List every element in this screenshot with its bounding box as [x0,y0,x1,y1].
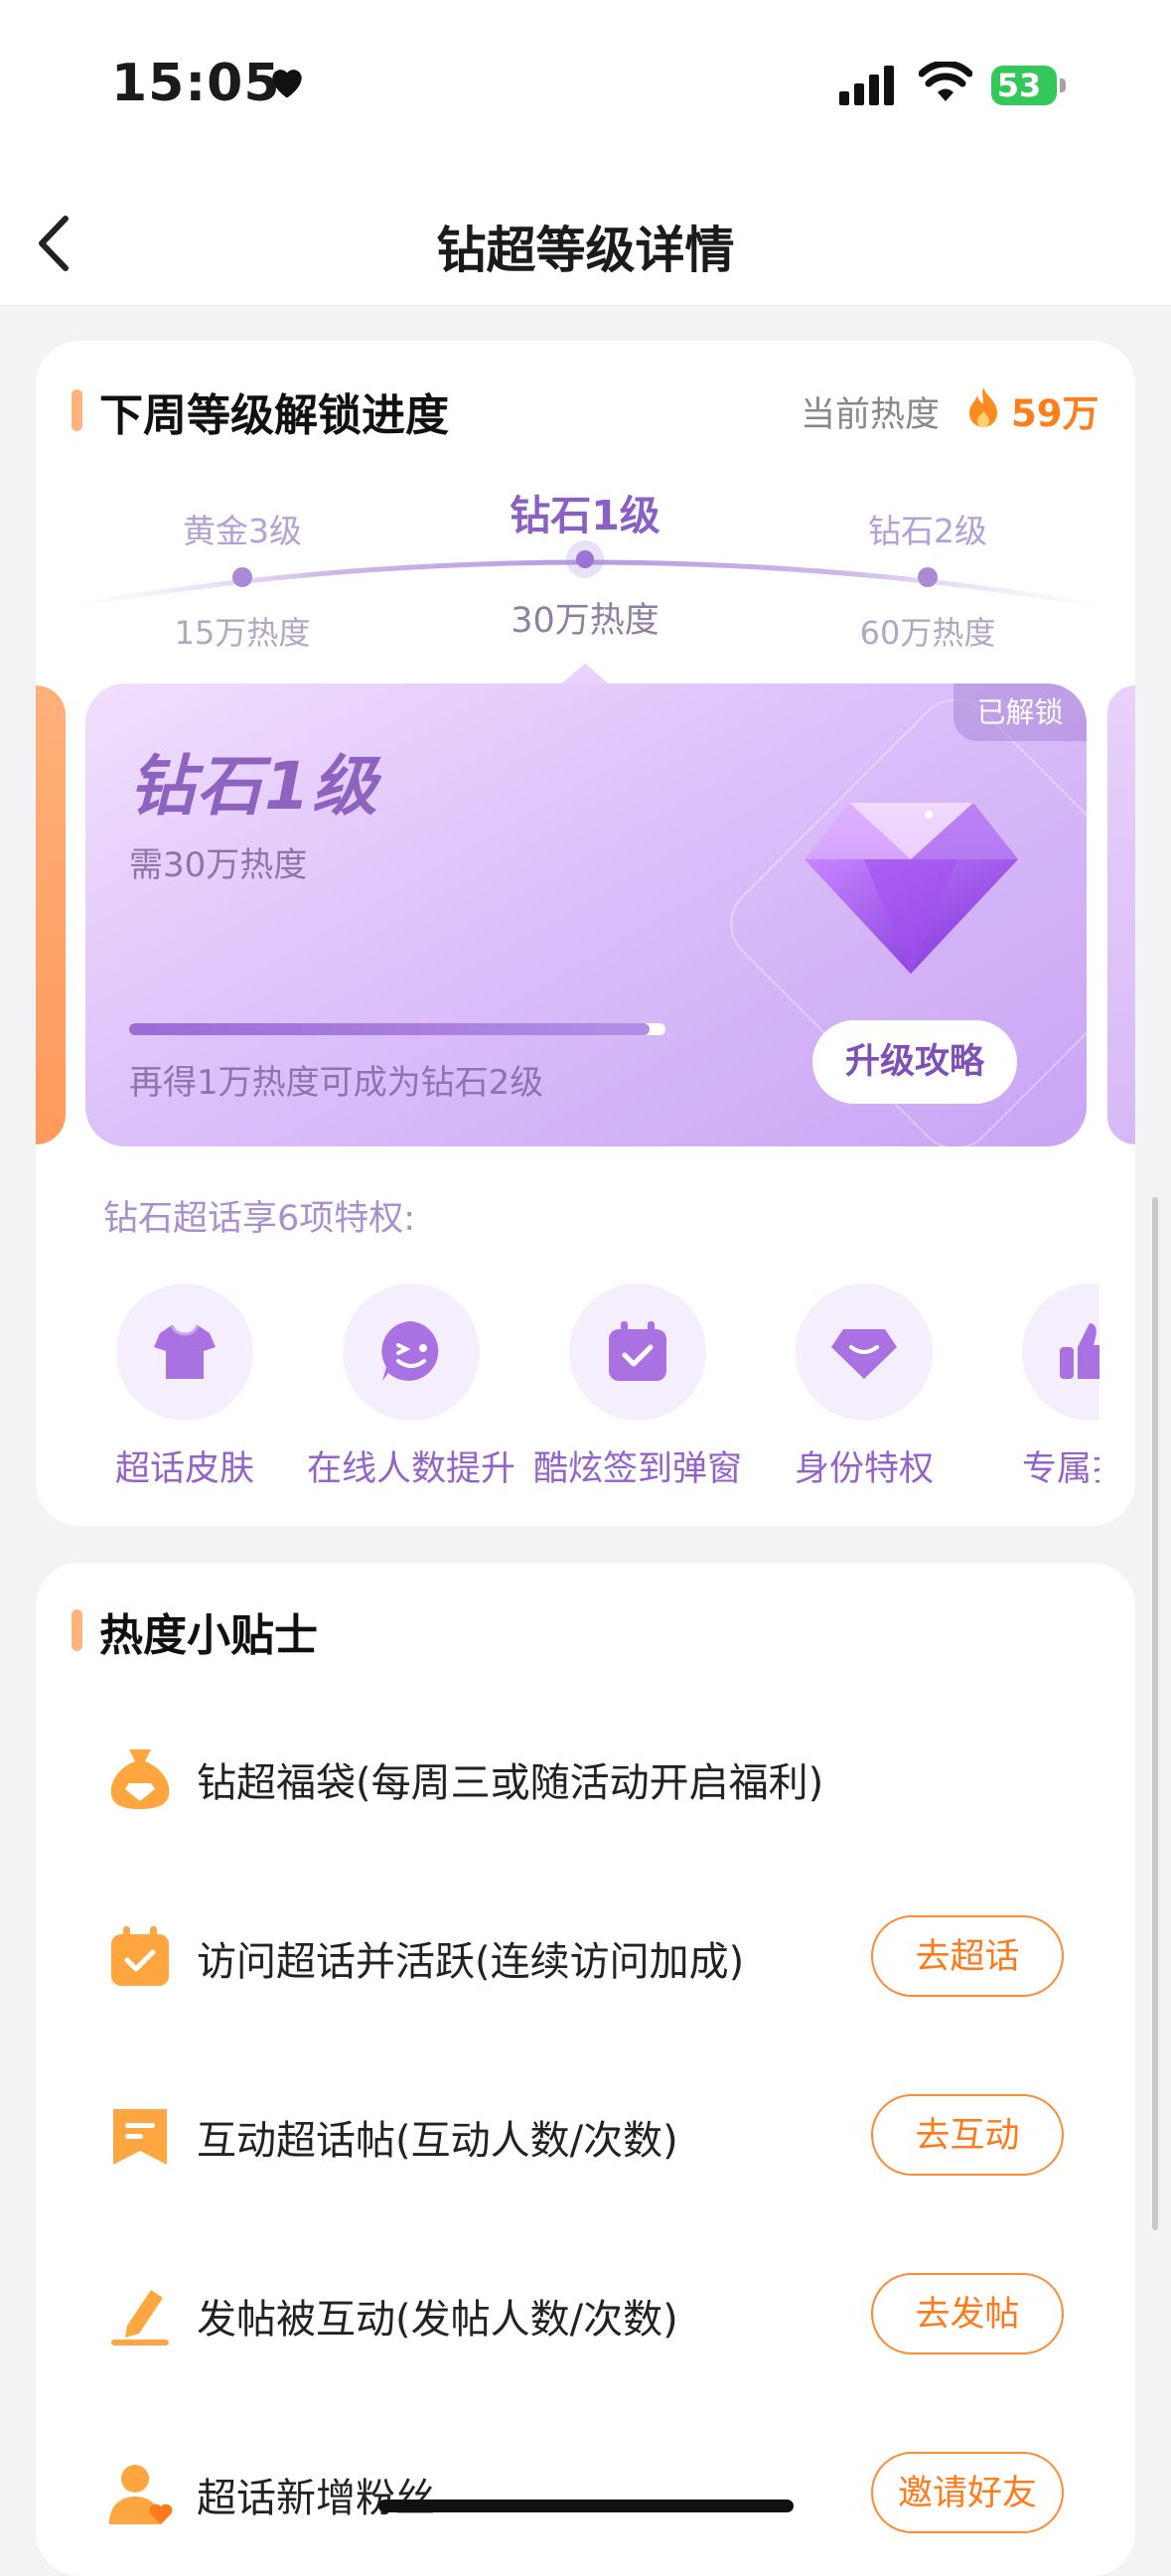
level-dot-diamond2 [918,567,938,587]
diamond-badge-icon [831,1329,897,1379]
privilege-label: 在线人数提升 [306,1449,515,1489]
privilege-label: 酷炫签到弹窗 [532,1449,742,1489]
tip-text: 访问超话并活跃(连续访问加成) [197,1939,745,1985]
level-card-title: 钻石1级 [129,748,379,825]
level-heat-diamond2: 60万热度 [859,614,996,652]
lucky-bag-icon [110,1749,170,1809]
heat-tips-card [36,1563,1135,2576]
level-pointer [559,664,611,685]
heart-icon [272,70,302,98]
privilege-label-clip: 专属扌 [1022,1440,1099,1490]
level-card-requirement: 需30万热度 [129,845,308,885]
privilege-label: 专属扌 [1022,1449,1099,1489]
tip-text: 发帖被互动(发帖人数/次数) [197,2297,678,2343]
scrollbar[interactable] [1152,1197,1158,2230]
go-interact-button[interactable]: 去互动 [871,2094,1064,2176]
current-heat-label: 当前热度 [801,395,941,435]
level-heat-gold3: 15万热度 [174,614,311,652]
level-dot-gold3 [232,567,252,587]
go-supertopic-button[interactable]: 去超话 [871,1915,1064,1997]
wifi-icon [919,62,972,101]
status-time: 15:05 [111,54,281,113]
shirt-icon [154,1324,216,1379]
level-progress-hint: 再得1万热度可成为钻石2级 [129,1063,544,1103]
privileges-title: 钻石超话享6项特权: [103,1199,416,1239]
unlocked-badge: 已解锁 [953,683,1087,741]
tip-text: 钻超福袋(每周三或随活动开启福利) [197,1760,824,1806]
calendar-check-icon [111,1926,169,1986]
battery-cap [1060,78,1066,92]
invite-friends-button[interactable]: 邀请好友 [871,2452,1064,2533]
tips-section-title: 热度小贴士 [99,1610,318,1661]
current-heat-value: 59万 [1011,392,1099,435]
prev-level-card[interactable] [36,685,66,1144]
pencil-icon [111,2290,169,2346]
flame-icon [969,387,997,427]
page-title: 钻超等级详情 [436,222,735,279]
home-indicator[interactable] [378,2500,794,2512]
level-dot-diamond1-inner [576,550,594,568]
level-name-diamond1[interactable]: 钻石1级 [466,482,704,541]
privilege-label: 超话皮肤 [114,1449,254,1489]
level-name-gold3[interactable]: 黄金3级 [123,505,362,552]
calendar-check-icon [609,1321,666,1381]
tip-text: 互动超话帖(互动人数/次数) [197,2118,678,2164]
battery-level: 53 [996,67,1042,104]
thumbs-up-icon [1060,1323,1099,1379]
progress-section-title: 下周等级解锁进度 [99,390,449,441]
level-heat-diamond1: 30万热度 [511,601,659,641]
level-name-diamond2[interactable]: 钻石2级 [808,505,1047,552]
cellular-signal-icon [839,66,894,105]
tip-text: 超话新增粉丝 [197,2476,435,2521]
section-accent-bar [72,1609,82,1651]
level-progress-fill [129,1023,650,1035]
next-level-card[interactable] [1107,685,1135,1144]
wink-face-icon [381,1321,439,1381]
section-accent-bar [72,389,82,431]
privilege-label: 身份特权 [794,1449,934,1489]
privilege-exclusive-button[interactable] [1022,1284,1099,1421]
bookmark-note-icon [113,2109,167,2165]
user-heart-icon [109,2465,173,2524]
go-post-button[interactable]: 去发帖 [871,2273,1064,2354]
upgrade-guide-button[interactable]: 升级攻略 [812,1020,1017,1104]
diamond-gem-icon [805,803,1018,974]
